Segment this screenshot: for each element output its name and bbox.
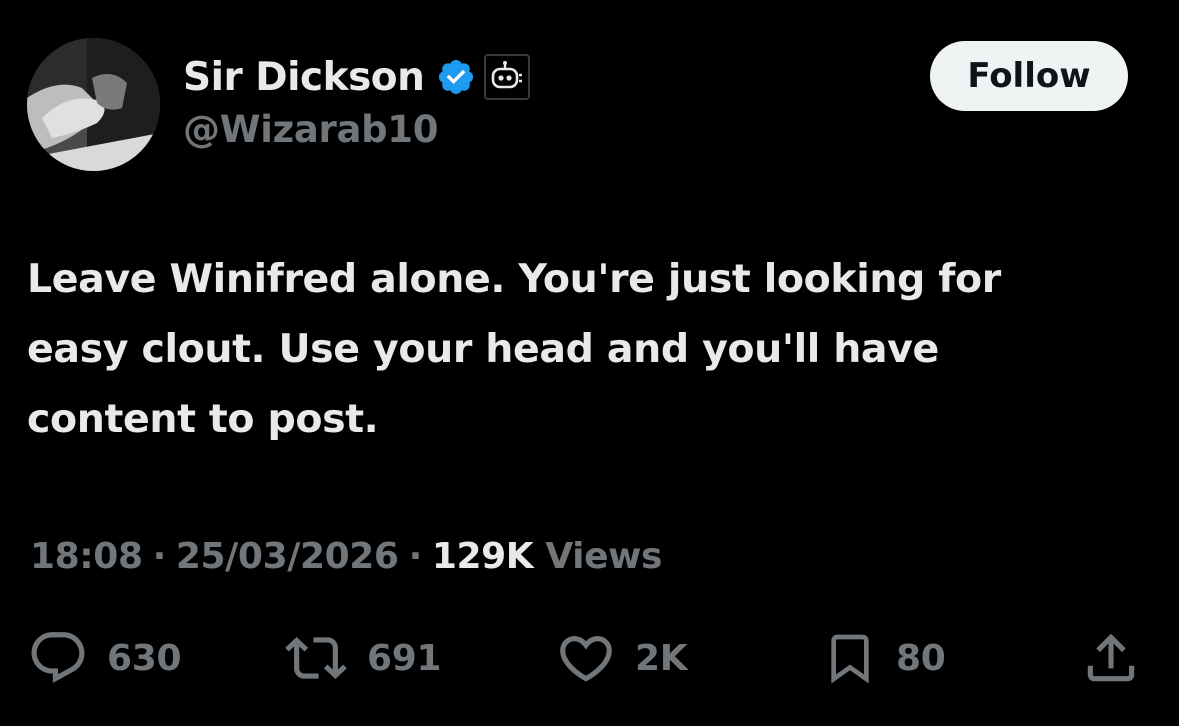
bookmark-count: 80 bbox=[896, 637, 946, 679]
views-label[interactable]: Views bbox=[545, 536, 662, 577]
reply-count: 630 bbox=[107, 637, 182, 679]
tweet-actions: 630 691 2K 80 bbox=[0, 620, 1179, 696]
tweet-card: Sir Dickson @Wizarab10 Follow Leave Wini… bbox=[0, 0, 1179, 726]
share-icon bbox=[1087, 633, 1135, 682]
meta-separator: · bbox=[408, 535, 423, 577]
retweet-icon bbox=[285, 637, 347, 679]
views-count[interactable]: 129K bbox=[432, 536, 534, 577]
author-name-row: Sir Dickson bbox=[183, 50, 531, 104]
avatar[interactable] bbox=[27, 38, 160, 171]
bookmark-icon bbox=[831, 634, 869, 684]
tweet-meta: 18:08 · 25/03/2026 · 129K Views bbox=[30, 527, 662, 585]
share-button[interactable] bbox=[1080, 620, 1142, 696]
tweet-text: Leave Winifred alone. You're just lookin… bbox=[27, 256, 1001, 442]
meta-separator: · bbox=[152, 535, 167, 577]
like-button[interactable]: 2K bbox=[555, 620, 688, 696]
follow-button[interactable]: Follow bbox=[930, 41, 1128, 111]
author-handle[interactable]: @Wizarab10 bbox=[183, 108, 438, 151]
reply-icon bbox=[31, 632, 85, 684]
reply-button[interactable]: 630 bbox=[27, 620, 182, 696]
retweet-count: 691 bbox=[367, 637, 442, 679]
like-count: 2K bbox=[635, 637, 688, 679]
bookmark-button[interactable]: 80 bbox=[822, 620, 946, 696]
verified-badge-icon[interactable] bbox=[436, 57, 476, 97]
avatar-photo bbox=[27, 38, 160, 171]
automated-bot-icon[interactable] bbox=[484, 54, 531, 100]
tweet-time[interactable]: 18:08 bbox=[30, 536, 143, 577]
retweet-button[interactable]: 691 bbox=[283, 620, 442, 696]
tweet-date[interactable]: 25/03/2026 bbox=[176, 536, 399, 577]
heart-icon bbox=[560, 636, 612, 682]
author-display-name[interactable]: Sir Dickson bbox=[183, 55, 425, 100]
